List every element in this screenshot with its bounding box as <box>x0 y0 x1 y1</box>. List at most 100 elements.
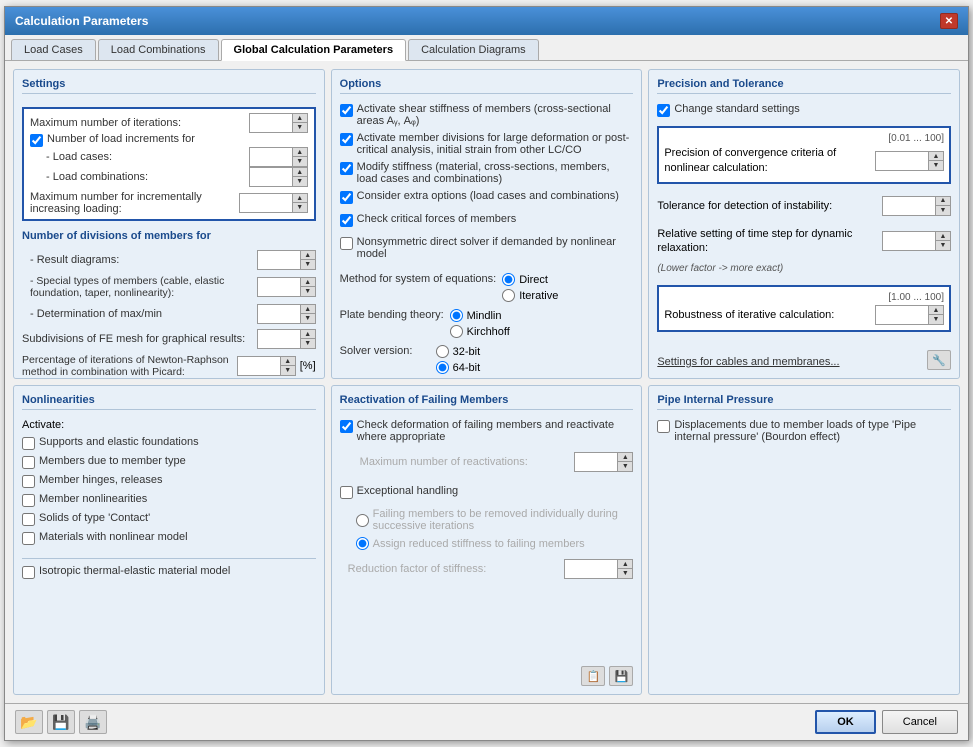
subdivisions-down[interactable]: ▼ <box>301 339 315 348</box>
tab-load-cases[interactable]: Load Cases <box>11 39 96 60</box>
options-cb1-checkbox[interactable] <box>340 104 353 117</box>
reduction-input[interactable]: 1000 <box>565 560 617 578</box>
load-cases-spinner[interactable]: 1 ▲ ▼ <box>249 147 308 167</box>
determination-spinner[interactable]: 10 ▲ ▼ <box>257 304 316 324</box>
dynamic-relaxation-spinner[interactable]: 1.00 ▲ ▼ <box>882 231 951 251</box>
percentage-up[interactable]: ▲ <box>281 357 295 366</box>
dynamic-relaxation-up[interactable]: ▲ <box>936 232 950 241</box>
nl-item-6-checkbox[interactable] <box>22 566 35 579</box>
options-cb5-checkbox[interactable] <box>340 214 353 227</box>
bit64-radio[interactable] <box>436 361 449 374</box>
reactivation-icon-btn-1[interactable]: 📋 <box>581 666 605 686</box>
reduction-down[interactable]: ▼ <box>618 569 632 578</box>
instability-down[interactable]: ▼ <box>936 206 950 215</box>
robustness-up[interactable]: ▲ <box>929 306 943 315</box>
direct-radio[interactable] <box>502 273 515 286</box>
determination-input[interactable]: 10 <box>258 305 300 323</box>
special-types-up[interactable]: ▲ <box>301 278 315 287</box>
max-reactivations-input[interactable]: 3 <box>575 453 617 471</box>
bit32-radio[interactable] <box>436 345 449 358</box>
failing-members-radio[interactable] <box>356 514 369 527</box>
determination-up[interactable]: ▲ <box>301 305 315 314</box>
max-iterations-input[interactable]: 100 <box>250 114 292 132</box>
max-reactivations-up[interactable]: ▲ <box>618 453 632 462</box>
pipe-cb[interactable] <box>657 420 670 433</box>
reduction-spinner[interactable]: 1000 ▲ ▼ <box>564 559 633 579</box>
convergence-input[interactable]: 1.00 <box>876 152 928 170</box>
max-incrementally-spinner[interactable]: 1000 ▲ ▼ <box>239 193 308 213</box>
percentage-down[interactable]: ▼ <box>281 366 295 375</box>
tab-calc-diagrams[interactable]: Calculation Diagrams <box>408 39 539 60</box>
load-cases-down[interactable]: ▼ <box>293 157 307 166</box>
dynamic-relaxation-down[interactable]: ▼ <box>936 241 950 250</box>
max-iterations-down[interactable]: ▼ <box>293 123 307 132</box>
subdivisions-up[interactable]: ▲ <box>301 330 315 339</box>
cables-link[interactable]: Settings for cables and membranes... <box>657 356 839 368</box>
special-types-spinner[interactable]: 10 ▲ ▼ <box>257 277 316 297</box>
nl-item-2-checkbox[interactable] <box>22 475 35 488</box>
max-incrementally-input[interactable]: 1000 <box>240 194 292 212</box>
nl-item-4-checkbox[interactable] <box>22 513 35 526</box>
nl-item-0-checkbox[interactable] <box>22 437 35 450</box>
convergence-down[interactable]: ▼ <box>929 161 943 170</box>
max-reactivations-spinner[interactable]: 3 ▲ ▼ <box>574 452 633 472</box>
reactivation-icon-btn-2[interactable]: 💾 <box>609 666 633 686</box>
tab-load-combinations[interactable]: Load Combinations <box>98 39 219 60</box>
options-cb4-checkbox[interactable] <box>340 191 353 204</box>
instability-up[interactable]: ▲ <box>936 197 950 206</box>
result-diagrams-down[interactable]: ▼ <box>301 260 315 269</box>
max-incrementally-down[interactable]: ▼ <box>293 203 307 212</box>
load-combinations-up[interactable]: ▲ <box>293 168 307 177</box>
special-types-down[interactable]: ▼ <box>301 287 315 296</box>
bottom-icon-btn-3[interactable]: 🖨️ <box>79 710 107 734</box>
close-button[interactable]: ✕ <box>940 13 958 29</box>
convergence-up[interactable]: ▲ <box>929 152 943 161</box>
special-types-input[interactable]: 10 <box>258 278 300 296</box>
result-diagrams-up[interactable]: ▲ <box>301 251 315 260</box>
nl-item-3-checkbox[interactable] <box>22 494 35 507</box>
load-combinations-down[interactable]: ▼ <box>293 177 307 186</box>
iterative-radio[interactable] <box>502 289 515 302</box>
percentage-spinner[interactable]: 5 ▲ ▼ <box>237 356 296 376</box>
load-combinations-input[interactable]: 1 <box>250 168 292 186</box>
change-settings-checkbox[interactable] <box>657 104 670 117</box>
dynamic-relaxation-input[interactable]: 1.00 <box>883 232 935 250</box>
ok-button[interactable]: OK <box>815 710 876 734</box>
instability-spinner[interactable]: 1.00 ▲ ▼ <box>882 196 951 216</box>
reduction-up[interactable]: ▲ <box>618 560 632 569</box>
subdivisions-input[interactable]: 3 <box>258 330 300 348</box>
bottom-icon-btn-1[interactable]: 📂 <box>15 710 43 734</box>
robustness-spinner[interactable]: 1.00 ▲ ▼ <box>875 305 944 325</box>
nl-item-1-checkbox[interactable] <box>22 456 35 469</box>
determination-down[interactable]: ▼ <box>301 314 315 323</box>
options-cb3-checkbox[interactable] <box>340 162 353 175</box>
assign-stiffness-radio[interactable] <box>356 537 369 550</box>
robustness-down[interactable]: ▼ <box>929 315 943 324</box>
load-cases-input[interactable]: 1 <box>250 148 292 166</box>
bottom-icon-btn-2[interactable]: 💾 <box>47 710 75 734</box>
options-cb2-checkbox[interactable] <box>340 133 353 146</box>
subdivisions-spinner[interactable]: 3 ▲ ▼ <box>257 329 316 349</box>
num-load-increments-checkbox[interactable] <box>30 134 43 147</box>
max-incrementally-up[interactable]: ▲ <box>293 194 307 203</box>
convergence-spinner[interactable]: 1.00 ▲ ▼ <box>875 151 944 171</box>
instability-input[interactable]: 1.00 <box>883 197 935 215</box>
max-iterations-spinner[interactable]: 100 ▲ ▼ <box>249 113 308 133</box>
max-reactivations-down[interactable]: ▼ <box>618 462 632 471</box>
max-iterations-up[interactable]: ▲ <box>293 114 307 123</box>
cancel-button[interactable]: Cancel <box>882 710 958 734</box>
kirchhoff-radio[interactable] <box>450 325 463 338</box>
robustness-input[interactable]: 1.00 <box>876 306 928 324</box>
result-diagrams-input[interactable]: 10 <box>258 251 300 269</box>
nl-item-5-checkbox[interactable] <box>22 532 35 545</box>
mindlin-radio[interactable] <box>450 309 463 322</box>
load-cases-up[interactable]: ▲ <box>293 148 307 157</box>
reactivation-cb2-checkbox[interactable] <box>340 486 353 499</box>
tab-global-calc[interactable]: Global Calculation Parameters <box>221 39 407 61</box>
percentage-input[interactable]: 5 <box>238 357 280 375</box>
cables-icon-btn[interactable]: 🔧 <box>927 350 951 370</box>
result-diagrams-spinner[interactable]: 10 ▲ ▼ <box>257 250 316 270</box>
load-combinations-spinner[interactable]: 1 ▲ ▼ <box>249 167 308 187</box>
reactivation-cb1-checkbox[interactable] <box>340 420 353 433</box>
options-cb6-checkbox[interactable] <box>340 237 353 250</box>
